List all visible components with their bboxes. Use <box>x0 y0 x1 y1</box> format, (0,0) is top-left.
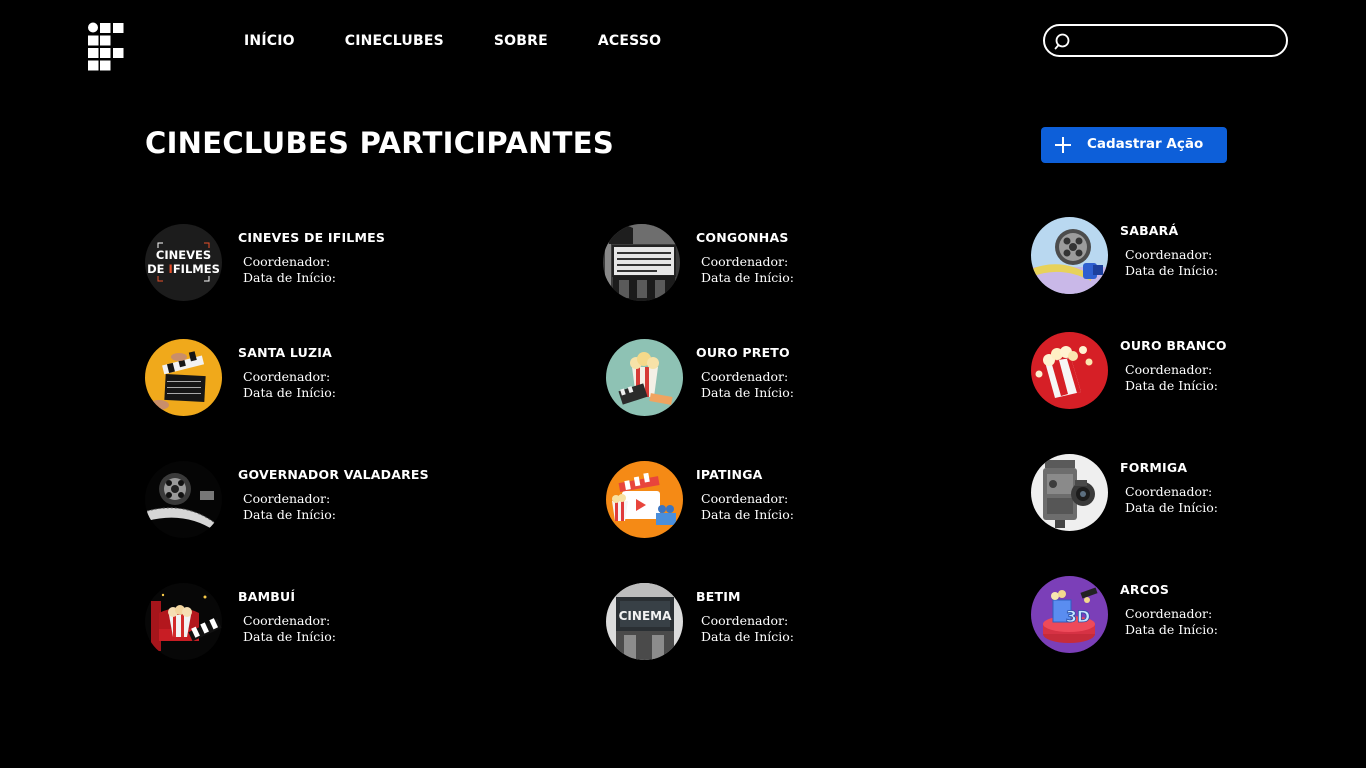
nav-item-inicio[interactable]: INÍCIO <box>244 33 295 49</box>
betim-sign-text: CINEMA <box>619 609 672 623</box>
club-name: CONGONHAS <box>696 230 789 245</box>
club-card-ouro-branco[interactable]: OURO BRANCO Coordenador: Data de Início: <box>1031 332 1366 412</box>
cineves-logo-de: DE <box>147 262 168 276</box>
club-start-date: Data de Início: <box>701 507 795 522</box>
club-start-date: Data de Início: <box>1125 263 1219 278</box>
club-start-date: Data de Início: <box>701 270 795 285</box>
club-logo-cineves: CINEVES DE IFILMES <box>145 224 222 301</box>
club-name: ARCOS <box>1120 582 1170 597</box>
club-card-ipatinga[interactable]: IPATINGA Coordenador: Data de Início: <box>606 461 966 541</box>
club-coordinator: Coordenador: <box>1125 484 1213 499</box>
club-coordinator: Coordenador: <box>1125 362 1213 377</box>
club-card-sabara[interactable]: SABARÁ Coordenador: Data de Início: <box>1031 217 1366 297</box>
club-coordinator: Coordenador: <box>1125 247 1213 262</box>
club-coordinator: Coordenador: <box>701 254 789 269</box>
club-coordinator: Coordenador: <box>243 613 331 628</box>
club-card-arcos[interactable]: 3D ARCOS Coordenador: Data de Início: <box>1031 576 1366 656</box>
club-coordinator: Coordenador: <box>1125 606 1213 621</box>
club-start-date: Data de Início: <box>243 385 337 400</box>
club-card-cineves[interactable]: CINEVES DE IFILMES CINEVES DE IFILMES Co… <box>145 224 505 304</box>
club-card-betim[interactable]: CINEMA BETIM Coordenador: Data de Início… <box>606 583 966 663</box>
ifmg-logo[interactable] <box>87 22 125 72</box>
search-icon[interactable] <box>1054 32 1074 52</box>
club-coordinator: Coordenador: <box>701 491 789 506</box>
club-start-date: Data de Início: <box>1125 500 1219 515</box>
club-card-formiga[interactable]: FORMIGA Coordenador: Data de Início: <box>1031 454 1366 534</box>
club-logo-congonhas <box>603 224 680 301</box>
club-start-date: Data de Início: <box>701 385 795 400</box>
club-coordinator: Coordenador: <box>243 491 331 506</box>
club-name: OURO BRANCO <box>1120 338 1227 353</box>
svg-text:DE IFILMES: DE IFILMES <box>147 262 220 276</box>
club-logo-arcos: 3D <box>1031 576 1108 653</box>
main-nav: INÍCIO CINECLUBES SOBRE ACESSO <box>244 32 661 50</box>
club-coordinator: Coordenador: <box>701 369 789 384</box>
club-card-ouro-preto[interactable]: OURO PRETO Coordenador: Data de Início: <box>606 339 966 419</box>
club-logo-ipatinga <box>606 461 683 538</box>
add-action-button[interactable]: Cadastrar Ação <box>1041 127 1227 163</box>
club-logo-betim: CINEMA <box>606 583 683 660</box>
arcos-3d-badge: 3D <box>1066 607 1090 626</box>
club-logo-ouro-preto <box>606 339 683 416</box>
club-start-date: Data de Início: <box>243 629 337 644</box>
club-name: IPATINGA <box>696 467 763 482</box>
club-logo-sabara <box>1031 217 1108 294</box>
club-coordinator: Coordenador: <box>701 613 789 628</box>
nav-item-cineclubes[interactable]: CINECLUBES <box>345 33 444 49</box>
club-logo-bambui <box>145 583 222 660</box>
club-name: CINEVES DE IFILMES <box>238 230 386 245</box>
club-card-bambui[interactable]: BAMBUÍ Coordenador: Data de Início: <box>145 583 505 663</box>
club-logo-governador-valadares <box>145 461 222 538</box>
add-action-label: Cadastrar Ação <box>1087 136 1204 152</box>
cineves-logo-filmes: FILMES <box>173 262 220 276</box>
club-name: FORMIGA <box>1120 460 1188 475</box>
club-start-date: Data de Início: <box>1125 622 1219 637</box>
club-card-congonhas[interactable]: CONGONHAS Coordenador: Data de Início: <box>603 224 963 304</box>
club-coordinator: Coordenador: <box>243 369 331 384</box>
club-logo-formiga <box>1031 454 1108 531</box>
nav-item-sobre[interactable]: SOBRE <box>494 33 548 49</box>
club-name: BAMBUÍ <box>238 589 296 604</box>
nav-item-acesso[interactable]: ACESSO <box>598 33 661 49</box>
club-coordinator: Coordenador: <box>243 254 331 269</box>
search-input[interactable] <box>1079 30 1279 52</box>
club-start-date: Data de Início: <box>243 507 337 522</box>
club-name: BETIM <box>696 589 741 604</box>
plus-icon <box>1053 135 1073 155</box>
club-logo-ouro-branco <box>1031 332 1108 409</box>
search-box[interactable] <box>1043 24 1288 57</box>
club-start-date: Data de Início: <box>243 270 337 285</box>
club-name: SANTA LUZIA <box>238 345 332 360</box>
club-name: GOVERNADOR VALADARES <box>238 467 429 482</box>
page-title: CINECLUBES PARTICIPANTES <box>145 126 615 160</box>
cineves-logo-line1: CINEVES <box>156 248 211 262</box>
club-card-santa-luzia[interactable]: SANTA LUZIA Coordenador: Data de Início: <box>145 339 505 419</box>
club-card-governador-valadares[interactable]: GOVERNADOR VALADARES Coordenador: Data d… <box>145 461 505 541</box>
club-name: SABARÁ <box>1120 223 1179 238</box>
club-start-date: Data de Início: <box>701 629 795 644</box>
club-name: OURO PRETO <box>696 345 790 360</box>
club-start-date: Data de Início: <box>1125 378 1219 393</box>
club-logo-santa-luzia <box>145 339 222 416</box>
top-navigation-bar: INÍCIO CINECLUBES SOBRE ACESSO <box>0 0 1366 82</box>
